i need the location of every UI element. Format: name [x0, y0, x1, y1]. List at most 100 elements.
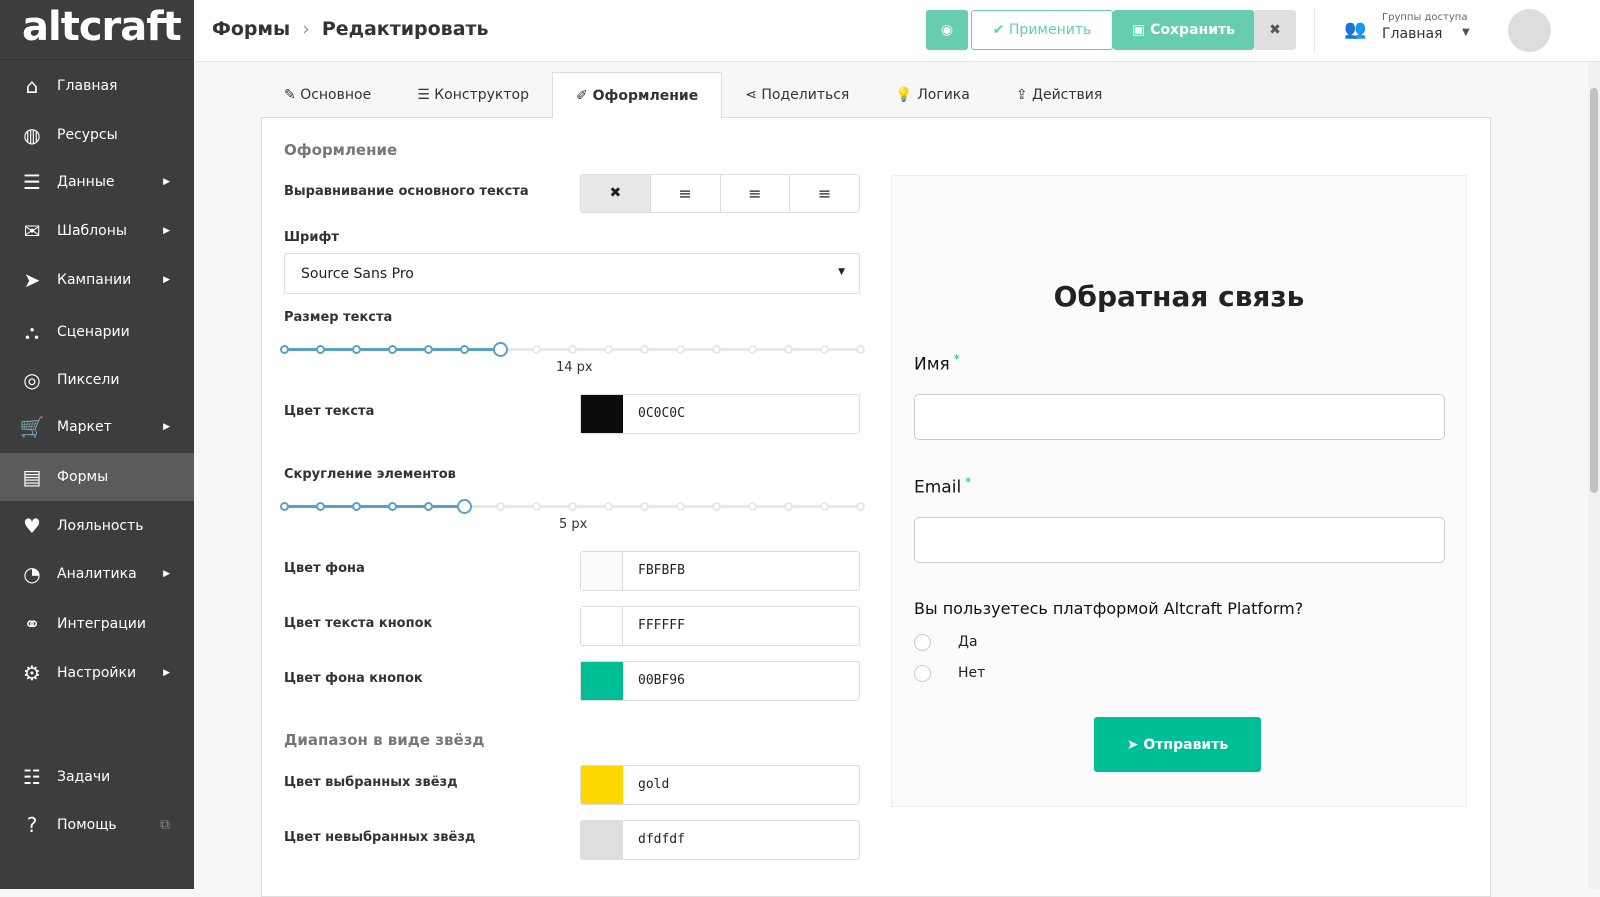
btn-text-color-input[interactable]: FFFFFF: [580, 606, 860, 646]
text-color-input[interactable]: 0C0C0C: [580, 394, 860, 434]
slider-tick: [712, 502, 721, 511]
section-title: Оформление: [284, 141, 398, 159]
bg-color-label: Цвет фона: [284, 561, 365, 576]
align-group: ✖ ≡ ≡ ≡: [580, 174, 860, 213]
submit-button[interactable]: ➤ Отправить: [1094, 717, 1261, 772]
slider-tick: [748, 345, 757, 354]
save-button[interactable]: ▣ Сохранить: [1113, 10, 1254, 50]
tab-4[interactable]: 💡 Логика: [872, 72, 992, 118]
align-none-button[interactable]: ✖: [581, 175, 650, 212]
slider-tick: [496, 502, 505, 511]
tab-3[interactable]: ⋖ Поделиться: [722, 72, 872, 118]
btn-bg-color-label: Цвет фона кнопок: [284, 671, 423, 686]
color-swatch[interactable]: [581, 607, 623, 645]
sidebar-item-6[interactable]: ◎ Пиксели: [0, 356, 194, 404]
sidebar-item-3[interactable]: ✉ Шаблоны ▶: [0, 207, 194, 255]
star-unselected-label: Цвет невыбранных звёзд: [284, 830, 476, 845]
eye-icon: ◉: [940, 22, 954, 38]
submit-label: Отправить: [1143, 736, 1229, 753]
breadcrumb-forms[interactable]: Формы: [212, 18, 290, 40]
radius-label: Скругление элементов: [284, 467, 456, 482]
star-unselected-input[interactable]: dfdfdf: [580, 820, 860, 860]
align-left-button[interactable]: ≡: [649, 175, 720, 212]
clipboard-icon: ▤: [22, 465, 42, 489]
list-icon: ☰: [417, 87, 430, 103]
radio-no[interactable]: [914, 665, 931, 682]
sidebar-item-8[interactable]: ▤ Формы: [0, 453, 194, 501]
sidebar-item-9[interactable]: ♥ Лояльность: [0, 502, 194, 550]
sidebar-item-label: Помощь: [57, 817, 117, 833]
email-label: Email *: [914, 475, 971, 498]
color-value: FFFFFF: [638, 618, 685, 633]
logo[interactable]: altcraft: [0, 0, 194, 60]
sidebar-item-4[interactable]: ➤ Кампании ▶: [0, 256, 194, 304]
envelope-icon: ✉: [23, 219, 41, 243]
text-color-label: Цвет текста: [284, 404, 375, 419]
color-swatch[interactable]: [581, 766, 623, 804]
align-center-button[interactable]: ≡: [719, 175, 790, 212]
color-swatch[interactable]: [581, 662, 623, 700]
sidebar-item-14[interactable]: ? Помощь ⧉: [0, 801, 194, 849]
tab-0[interactable]: ✎ Основное: [261, 72, 394, 118]
sidebar-item-label: Ресурсы: [57, 127, 118, 143]
tab-2[interactable]: ✐ Оформление: [551, 72, 723, 118]
btn-bg-color-input[interactable]: 00BF96: [580, 661, 860, 701]
scrollbar-thumb[interactable]: [1590, 88, 1598, 493]
tab-5[interactable]: ⇪ Действия: [993, 72, 1125, 118]
slider-tick: [640, 345, 649, 354]
radio-yes[interactable]: [914, 634, 931, 651]
sidebar-item-label: Сценарии: [57, 324, 130, 340]
slider-tick: [280, 345, 289, 354]
email-input[interactable]: [914, 517, 1445, 563]
tab-label: Оформление: [592, 88, 699, 104]
avatar[interactable]: [1508, 9, 1551, 52]
align-right-button[interactable]: ≡: [789, 175, 859, 212]
divider: [1314, 8, 1315, 54]
bg-color-input[interactable]: FBFBFB: [580, 551, 860, 591]
tab-1[interactable]: ☰ Конструктор: [394, 72, 552, 118]
color-swatch[interactable]: [581, 821, 623, 859]
sitemap-icon: ⛬: [25, 320, 39, 344]
sidebar-item-12[interactable]: ⚙ Настройки ▶: [0, 649, 194, 697]
users-icon: 👥: [1344, 19, 1367, 40]
breadcrumb: Формы › Редактировать: [212, 18, 489, 40]
sidebar-item-11[interactable]: ⚭ Интеграции: [0, 600, 194, 648]
name-input[interactable]: [914, 394, 1445, 440]
access-group-select[interactable]: 👥 Группы доступа Главная ▼: [1344, 10, 1474, 50]
brush-icon: ✐: [575, 88, 588, 104]
chevron-right-icon: ›: [302, 18, 310, 40]
preview-button[interactable]: ◉: [926, 10, 968, 50]
option-yes: Да: [958, 634, 978, 650]
tab-label: Поделиться: [761, 87, 850, 103]
preview-title: Обратная связь: [1053, 280, 1305, 313]
color-value: gold: [638, 777, 670, 792]
slider-tick: [604, 345, 613, 354]
sidebar-item-1[interactable]: ◍ Ресурсы: [0, 111, 194, 159]
text-size-slider[interactable]: [280, 342, 865, 357]
apply-button[interactable]: ✔ Применить: [971, 10, 1113, 50]
star-selected-input[interactable]: gold: [580, 765, 860, 805]
tab-label: Конструктор: [434, 87, 529, 103]
slider-tick: [676, 345, 685, 354]
slider-tick: [712, 345, 721, 354]
color-value: 0C0C0C: [638, 406, 685, 421]
email-label-text: Email: [914, 477, 962, 498]
color-swatch[interactable]: [581, 395, 623, 433]
radius-slider[interactable]: [280, 499, 865, 514]
slider-handle[interactable]: [493, 342, 508, 357]
slider-handle[interactable]: [457, 499, 472, 514]
scrollbar[interactable]: [1588, 62, 1600, 889]
close-button[interactable]: ✖: [1254, 10, 1296, 50]
sidebar-item-7[interactable]: 🛒 Маркет ▶: [0, 403, 194, 451]
color-value: 00BF96: [638, 673, 685, 688]
slider-tick: [568, 345, 577, 354]
sidebar-item-13[interactable]: ☷ Задачи: [0, 753, 194, 801]
sidebar-item-label: Главная: [57, 78, 118, 94]
sidebar-item-2[interactable]: ☰ Данные ▶: [0, 158, 194, 206]
sidebar-item-10[interactable]: ◔ Аналитика ▶: [0, 550, 194, 598]
font-select[interactable]: Source Sans Pro ▼: [284, 253, 860, 294]
sidebar-item-5[interactable]: ⛬ Сценарии: [0, 308, 194, 356]
sidebar-item-0[interactable]: ⌂ Главная: [0, 62, 194, 110]
color-swatch[interactable]: [581, 552, 623, 590]
caret-right-icon: ▶: [163, 422, 170, 432]
